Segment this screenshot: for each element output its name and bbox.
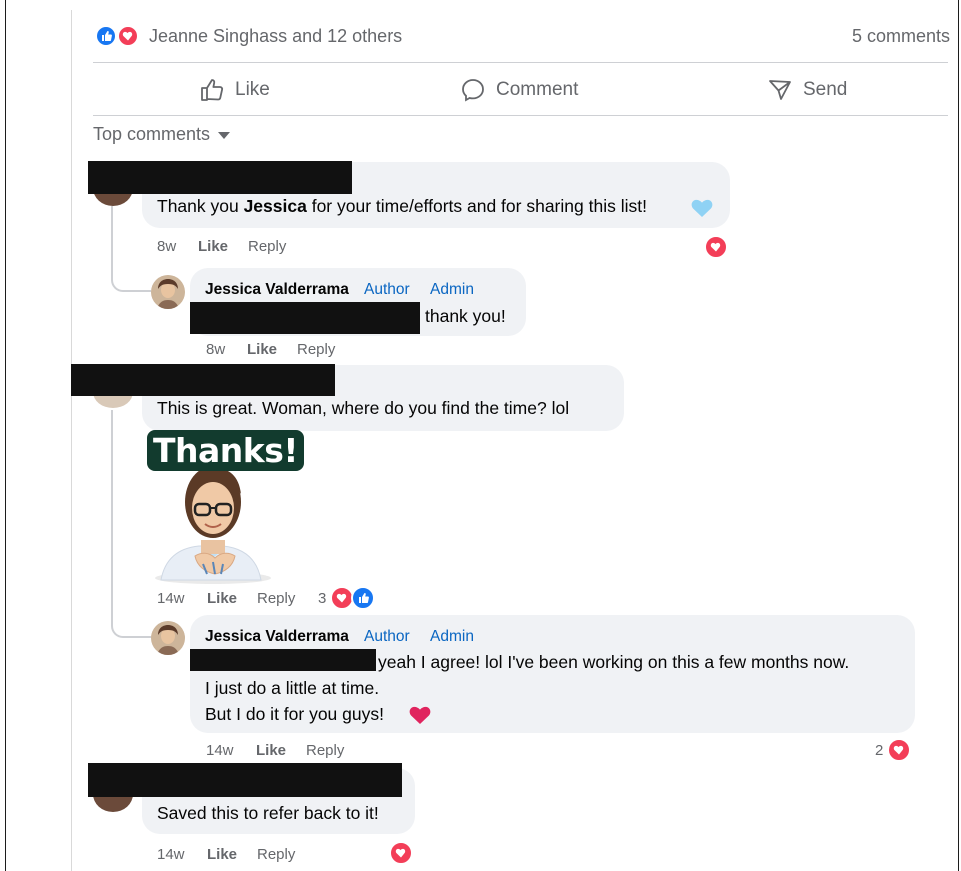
comment-time[interactable]: 14w [157,846,185,863]
thanks-sticker[interactable]: Thanks! [143,428,304,584]
author-name[interactable]: Jessica Valderrama [205,281,349,299]
comments-count[interactable]: 5 comments [852,26,950,47]
reply-thread-line [111,410,151,638]
sticker-caption: Thanks! [147,430,304,471]
reaction-count[interactable]: 3 [318,590,326,607]
reactions-summary[interactable]: Jeanne Singhass and 12 others 5 comments [95,25,950,49]
send-button[interactable]: Send [767,74,847,106]
comment-text: Saved this to refer back to it! [157,803,379,823]
reply-text-line: But I do it for you guys! [205,704,384,724]
love-reaction-icon[interactable] [389,841,413,865]
cropped-header-text [0,0,961,10]
light-blue-heart-icon [691,199,713,217]
love-icon [117,25,139,47]
comment-like-link[interactable]: Like [207,590,237,607]
author-badge: Author [364,281,410,298]
like-button-label: Like [235,79,270,100]
author-name[interactable]: Jessica Valderrama [205,628,349,646]
like-button[interactable]: Like [199,74,270,106]
reactions-names[interactable]: Jeanne Singhass and 12 others [149,26,402,47]
love-reaction-icon[interactable] [704,235,728,259]
redacted-text [190,649,376,671]
comment-bubble-icon [462,79,484,102]
comment-like-link[interactable]: Like [198,238,228,255]
admin-badge: Admin [430,628,474,645]
send-icon [769,80,791,100]
reply-time[interactable]: 14w [206,742,234,759]
reply-text: thank you! [425,306,506,326]
author-badge: Author [364,628,410,645]
reply-thread-line [111,206,151,292]
frame-border-right [958,0,959,871]
reply-like-link[interactable]: Like [247,341,277,358]
reply-time[interactable]: 8w [206,341,225,358]
reaction-count[interactable]: 2 [875,742,883,759]
reply-text-line: yeah I agree! lol I've been working on t… [378,652,850,672]
comment-sort-dropdown[interactable]: Top comments [93,124,231,145]
redacted-name [71,364,335,396]
reply-text-line: I just do a little at time. [205,678,380,698]
comment-button[interactable]: Comment [460,74,578,106]
comment-text: This is great. Woman, where do you find … [157,398,570,418]
like-icon [95,25,117,47]
comment-reply-link[interactable]: Reply [257,846,295,863]
frame-border-left [5,0,6,871]
comment-reply-link[interactable]: Reply [257,590,295,607]
thumbs-up-icon [201,79,224,101]
sort-label: Top comments [93,124,211,144]
redacted-name [88,763,402,797]
admin-badge: Admin [430,281,474,298]
send-button-label: Send [803,79,848,100]
comment-time[interactable]: 8w [157,238,176,255]
redacted-name [88,161,352,194]
mention: Jessica [243,196,307,216]
caret-down-icon [218,132,231,139]
divider [93,62,948,63]
comment-button-label: Comment [496,79,579,100]
reply-reply-link[interactable]: Reply [306,742,344,759]
avatar[interactable] [151,621,185,655]
comment-reply-link[interactable]: Reply [248,238,286,255]
comment-text: Thank you Jessica for your time/efforts … [157,196,647,216]
comment-time[interactable]: 14w [157,590,185,607]
like-reaction-icon[interactable] [351,586,375,610]
feed-column-border [71,10,72,871]
reply-reply-link[interactable]: Reply [297,341,335,358]
reply-like-link[interactable]: Like [256,742,286,759]
avatar[interactable] [151,275,185,309]
redacted-text [190,302,420,334]
love-reaction-icon[interactable] [887,738,911,762]
red-heart-icon [409,706,431,724]
comment-like-link[interactable]: Like [207,846,237,863]
divider [93,115,948,116]
